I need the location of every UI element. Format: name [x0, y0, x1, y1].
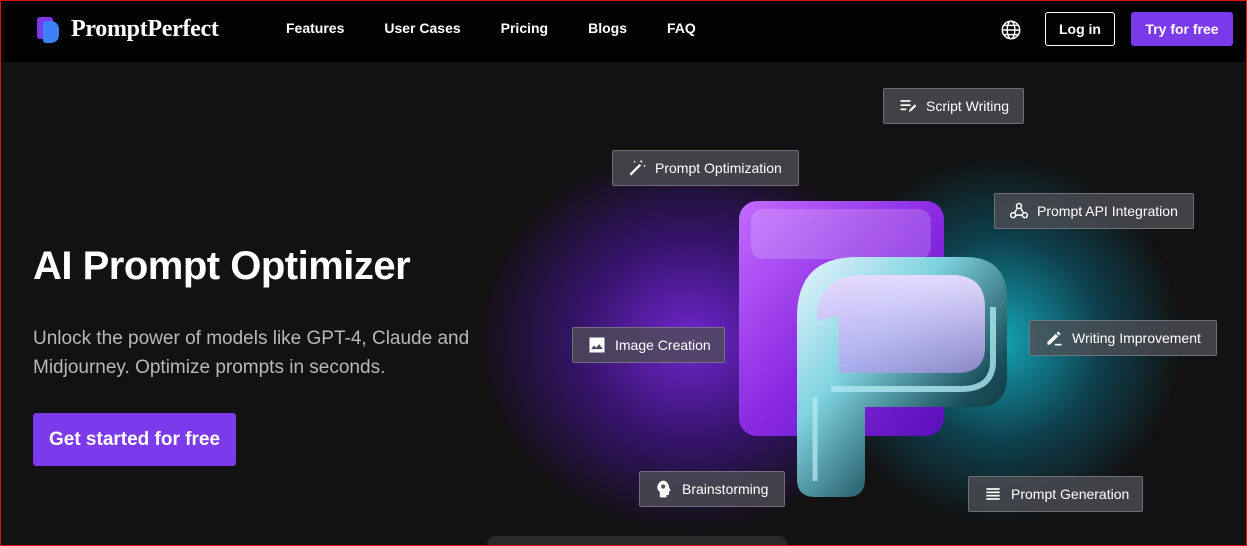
- chip-label: Script Writing: [926, 98, 1009, 114]
- image-icon: [589, 337, 605, 353]
- chip-writing-improvement[interactable]: Writing Improvement: [1029, 320, 1217, 356]
- chip-prompt-api-integration[interactable]: Prompt API Integration: [994, 193, 1194, 229]
- list-lines-icon: [986, 488, 1000, 500]
- brain-head-icon: [657, 480, 671, 498]
- nav-faq[interactable]: FAQ: [667, 20, 696, 36]
- nav-features[interactable]: Features: [286, 20, 344, 36]
- chip-prompt-optimization[interactable]: Prompt Optimization: [612, 150, 799, 186]
- chip-label: Image Creation: [615, 337, 711, 353]
- bottom-panel-edge: [487, 536, 787, 546]
- chip-label: Prompt Optimization: [655, 160, 782, 176]
- edit-note-icon: [1047, 331, 1062, 346]
- chip-label: Prompt API Integration: [1037, 203, 1178, 219]
- nav-pricing[interactable]: Pricing: [501, 20, 548, 36]
- chip-label: Prompt Generation: [1011, 486, 1130, 502]
- globe-icon[interactable]: [1000, 19, 1022, 41]
- get-started-button[interactable]: Get started for free: [33, 413, 236, 466]
- brand-name: PromptPerfect: [71, 16, 219, 42]
- try-for-free-button[interactable]: Try for free: [1131, 12, 1233, 46]
- nav-user-cases[interactable]: User Cases: [384, 20, 460, 36]
- chip-image-creation[interactable]: Image Creation: [572, 327, 725, 363]
- nav-blogs[interactable]: Blogs: [588, 20, 627, 36]
- hero-title: AI Prompt Optimizer: [33, 244, 411, 288]
- brand-logo[interactable]: PromptPerfect: [37, 16, 219, 43]
- main-nav: Features User Cases Pricing Blogs FAQ: [286, 20, 696, 36]
- chip-label: Writing Improvement: [1072, 330, 1201, 346]
- promptperfect-logo-icon: [37, 16, 63, 43]
- magic-wand-icon: [629, 159, 646, 176]
- promptperfect-3d-logo-image: [739, 201, 1007, 497]
- chip-label: Brainstorming: [682, 481, 769, 497]
- login-button[interactable]: Log in: [1045, 12, 1115, 46]
- webhook-icon: [1009, 202, 1029, 219]
- chip-brainstorming[interactable]: Brainstorming: [639, 471, 785, 507]
- hero-subtitle: Unlock the power of models like GPT-4, C…: [33, 328, 470, 378]
- script-writing-icon: [900, 100, 917, 112]
- chip-script-writing[interactable]: Script Writing: [883, 88, 1024, 124]
- chip-prompt-generation[interactable]: Prompt Generation: [968, 476, 1143, 512]
- top-navbar: PromptPerfect Features User Cases Pricin…: [0, 0, 1247, 62]
